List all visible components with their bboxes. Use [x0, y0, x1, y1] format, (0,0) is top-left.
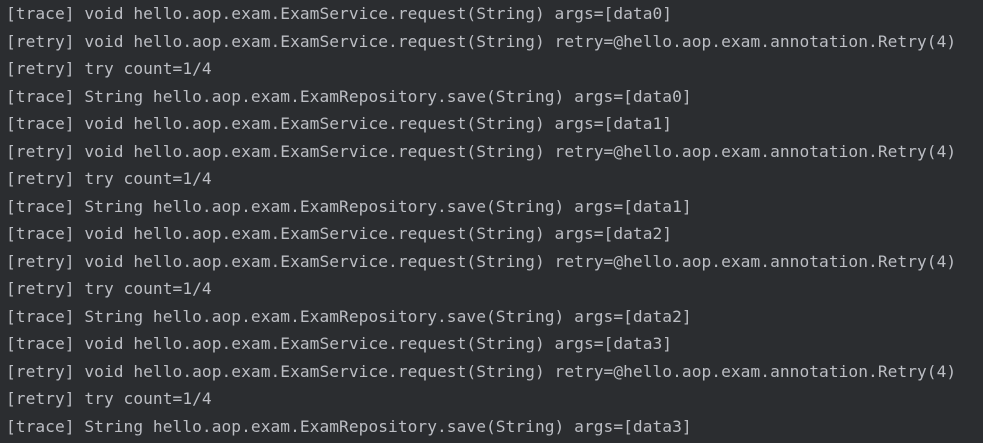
log-line: [retry] void hello.aop.exam.ExamService.… [6, 251, 957, 271]
console-output[interactable]: [trace] void hello.aop.exam.ExamService.… [0, 0, 983, 443]
log-line: [retry] void hello.aop.exam.ExamService.… [6, 361, 957, 381]
log-line: [trace] String hello.aop.exam.ExamReposi… [6, 196, 692, 216]
log-line: [retry] try count=1/4 [6, 279, 212, 298]
log-line: [retry] void hello.aop.exam.ExamService.… [6, 31, 957, 51]
log-line: [trace] String hello.aop.exam.ExamReposi… [6, 306, 692, 326]
log-line: [trace] void hello.aop.exam.ExamService.… [6, 224, 673, 243]
log-line: [trace] void hello.aop.exam.ExamService.… [6, 114, 673, 133]
log-line: [retry] try count=1/4 [6, 169, 212, 188]
log-line: [retry] void hello.aop.exam.ExamService.… [6, 141, 957, 161]
log-line: [trace] String hello.aop.exam.ExamReposi… [6, 86, 692, 106]
log-line: [retry] try count=1/4 [6, 59, 212, 78]
log-line: [trace] void hello.aop.exam.ExamService.… [6, 4, 673, 23]
log-line: [trace] String hello.aop.exam.ExamReposi… [6, 416, 692, 436]
log-line: [retry] try count=1/4 [6, 389, 212, 408]
log-line: [trace] void hello.aop.exam.ExamService.… [6, 334, 673, 353]
